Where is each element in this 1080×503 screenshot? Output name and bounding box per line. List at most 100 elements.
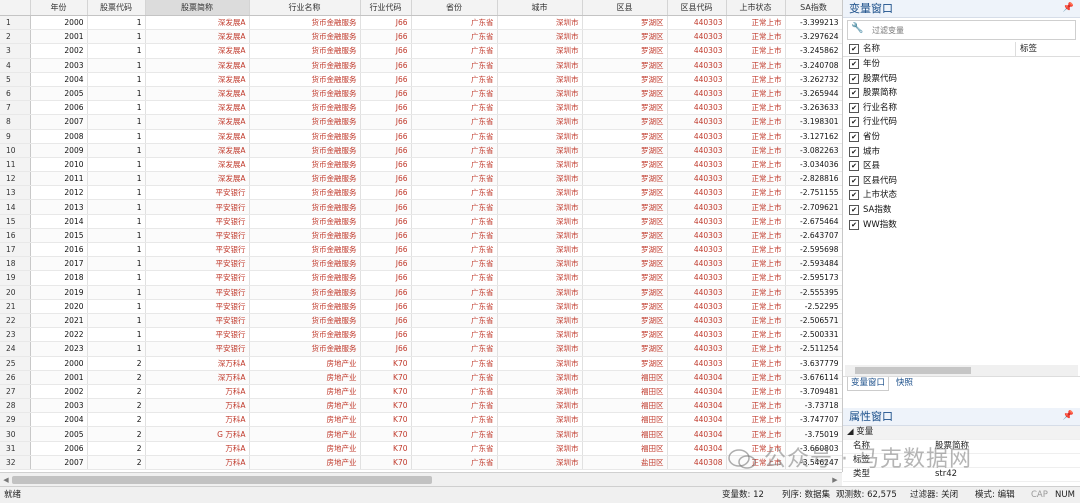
table-cell[interactable]: 货币金融服务 — [249, 270, 361, 286]
table-cell[interactable]: J66 — [360, 214, 412, 229]
table-cell[interactable]: -3.637779 — [785, 356, 842, 371]
table-cell[interactable]: 440303 — [667, 356, 727, 371]
table-cell[interactable]: 2002 — [30, 384, 88, 400]
variable-checkbox[interactable]: ✔ — [849, 73, 859, 84]
table-cell[interactable]: 2013 — [30, 199, 88, 215]
table-row[interactable]: 19 2018 1 平安银行 货币金融服务 J66 广东省 深圳市 罗湖区 440303 正常上市 -… — [0, 270, 842, 286]
table-cell[interactable]: 深圳市 — [497, 256, 583, 272]
table-cell[interactable]: 罗湖区 — [582, 58, 668, 73]
table-cell[interactable]: 福田区 — [582, 441, 668, 456]
row-number[interactable]: 24 — [0, 341, 31, 357]
table-cell[interactable]: 深发展A — [145, 58, 250, 73]
table-cell[interactable]: 2018 — [30, 270, 88, 286]
table-cell[interactable]: 440304 — [667, 441, 727, 456]
table-cell[interactable]: 深圳市 — [497, 86, 583, 102]
table-cell[interactable]: 货币金融服务 — [249, 242, 361, 258]
table-cell[interactable]: J66 — [360, 29, 412, 45]
row-number[interactable]: 8 — [0, 114, 31, 130]
table-row[interactable]: 21 2020 1 平安银行 货币金融服务 J66 广东省 深圳市 罗湖区 440303 正常上市 -… — [0, 299, 842, 314]
table-cell[interactable]: G 万科A — [145, 426, 250, 442]
table-cell[interactable]: -2.675464 — [785, 214, 842, 229]
table-cell[interactable]: 广东省 — [411, 86, 498, 102]
table-cell[interactable]: 深发展A — [145, 100, 250, 116]
table-row[interactable]: 5 2004 1 深发展A 货币金融服务 J66 广东省 深圳市 罗湖区 440303 正常上市 -3… — [0, 72, 842, 87]
table-cell[interactable]: 440303 — [667, 58, 727, 73]
table-cell[interactable]: 罗湖区 — [582, 356, 668, 371]
row-number[interactable]: 13 — [0, 185, 31, 201]
table-cell[interactable]: -2.593484 — [785, 256, 842, 272]
table-cell[interactable]: 罗湖区 — [582, 171, 668, 187]
table-row[interactable]: 30 2005 2 G 万科A 房地产业 K70 广东省 深圳市 福田区 440304 正常上市 -3… — [0, 426, 842, 442]
table-cell[interactable]: 2003 — [30, 58, 88, 73]
table-cell[interactable]: 2002 — [30, 43, 88, 59]
variable-item[interactable]: ✔ 行业代码 — [843, 115, 1080, 130]
table-cell[interactable]: 2004 — [30, 412, 88, 428]
table-cell[interactable]: 平安银行 — [145, 341, 250, 357]
table-cell[interactable]: 罗湖区 — [582, 114, 668, 130]
table-cell[interactable]: 万科A — [145, 384, 250, 400]
table-cell[interactable]: 罗湖区 — [582, 143, 668, 158]
table-cell[interactable]: 万科A — [145, 455, 250, 471]
variable-checkbox[interactable]: ✔ — [849, 88, 859, 99]
variable-checkbox[interactable]: ✔ — [849, 175, 859, 186]
table-cell[interactable]: J66 — [360, 256, 412, 272]
pin-icon[interactable]: 📌 — [1063, 0, 1074, 17]
table-cell[interactable]: J66 — [360, 15, 412, 31]
table-cell[interactable]: 440303 — [667, 270, 727, 286]
table-cell[interactable]: -2.828816 — [785, 171, 842, 187]
table-cell[interactable]: 1 — [87, 327, 146, 343]
table-row[interactable]: 25 2000 2 深万科A 房地产业 K70 广东省 深圳市 罗湖区 440303 正常上市 -3.… — [0, 356, 842, 371]
table-cell[interactable]: -2.643707 — [785, 228, 842, 244]
table-cell[interactable]: 货币金融服务 — [249, 285, 361, 300]
table-cell[interactable]: J66 — [360, 185, 412, 201]
table-cell[interactable]: 深发展A — [145, 114, 250, 130]
scroll-left-icon[interactable]: ◀ — [1, 475, 11, 485]
row-number[interactable]: 3 — [0, 43, 31, 59]
table-cell[interactable]: K70 — [360, 384, 412, 400]
table-cell[interactable]: 盐田区 — [582, 455, 668, 471]
table-cell[interactable]: 广东省 — [411, 313, 498, 329]
row-number[interactable]: 9 — [0, 129, 31, 144]
table-cell[interactable]: 罗湖区 — [582, 43, 668, 59]
table-cell[interactable]: 正常上市 — [726, 398, 786, 414]
table-cell[interactable]: 2003 — [30, 398, 88, 414]
table-cell[interactable]: 1 — [87, 58, 146, 73]
row-number[interactable]: 7 — [0, 100, 31, 116]
name-column-header[interactable]: 名称 — [863, 42, 880, 56]
table-cell[interactable]: 货币金融服务 — [249, 129, 361, 144]
table-cell[interactable]: 深圳市 — [497, 285, 583, 300]
row-number[interactable]: 14 — [0, 199, 31, 215]
row-number[interactable]: 6 — [0, 86, 31, 102]
variable-item[interactable]: ✔ 年份 — [843, 57, 1080, 72]
table-cell[interactable]: 平安银行 — [145, 327, 250, 343]
table-cell[interactable]: 福田区 — [582, 426, 668, 442]
table-cell[interactable]: 1 — [87, 242, 146, 258]
table-cell[interactable]: 深圳市 — [497, 455, 583, 471]
table-cell[interactable]: 440303 — [667, 157, 727, 173]
table-cell[interactable]: 货币金融服务 — [249, 313, 361, 329]
variable-item[interactable]: ✔ WW指数 — [843, 218, 1080, 233]
table-cell[interactable]: 深圳市 — [497, 15, 583, 31]
table-cell[interactable]: 深万科A — [145, 356, 250, 371]
table-cell[interactable]: -3.73718 — [785, 398, 842, 414]
table-cell[interactable]: 440303 — [667, 327, 727, 343]
table-cell[interactable]: 2 — [87, 384, 146, 400]
table-cell[interactable]: 正常上市 — [726, 43, 786, 59]
table-cell[interactable]: 2017 — [30, 256, 88, 272]
table-cell[interactable]: 1 — [87, 285, 146, 300]
column-header[interactable]: 年份 — [30, 0, 88, 16]
table-cell[interactable]: -2.595173 — [785, 270, 842, 286]
table-cell[interactable]: -2.506571 — [785, 313, 842, 329]
table-cell[interactable]: 深圳市 — [497, 58, 583, 73]
column-header[interactable]: 省份 — [411, 0, 498, 16]
table-cell[interactable]: 1 — [87, 199, 146, 215]
table-cell[interactable]: 福田区 — [582, 384, 668, 400]
table-cell[interactable]: 货币金融服务 — [249, 256, 361, 272]
table-cell[interactable]: 440303 — [667, 114, 727, 130]
table-cell[interactable]: J66 — [360, 270, 412, 286]
row-number[interactable]: 10 — [0, 143, 31, 158]
table-cell[interactable]: J66 — [360, 100, 412, 116]
variables-scroll-thumb[interactable] — [855, 367, 971, 374]
table-cell[interactable]: 1 — [87, 214, 146, 229]
table-cell[interactable]: 2007 — [30, 114, 88, 130]
